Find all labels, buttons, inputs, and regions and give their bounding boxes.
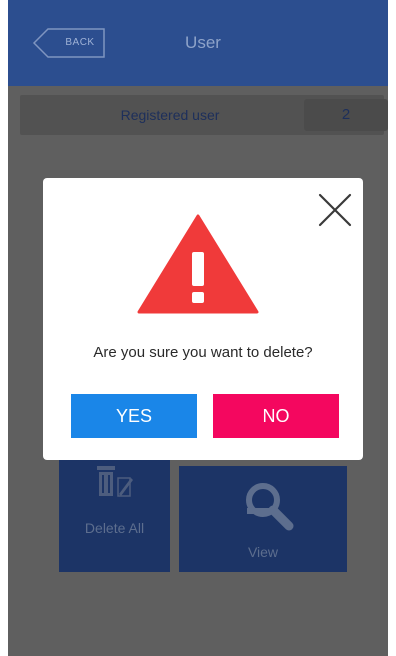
registered-user-bar: Registered user 2 bbox=[20, 95, 388, 135]
magnifier-icon bbox=[246, 483, 294, 531]
confirm-delete-dialog: Are you sure you want to delete? YES NO bbox=[43, 178, 363, 460]
back-button-label: BACK bbox=[65, 37, 95, 48]
delete-all-label: Delete All bbox=[84, 520, 145, 536]
view-button[interactable]: View bbox=[179, 466, 347, 572]
registered-user-label: Registered user bbox=[120, 107, 220, 123]
no-button[interactable]: NO bbox=[213, 394, 339, 438]
app-screen: BACK User Registered user 2 Delete All V… bbox=[8, 0, 388, 656]
registered-user-count: 2 bbox=[304, 99, 388, 131]
trash-icon bbox=[97, 466, 133, 497]
delete-all-button[interactable]: Delete All bbox=[59, 450, 170, 572]
close-icon bbox=[318, 193, 352, 227]
warning-triangle-icon bbox=[137, 214, 259, 314]
view-label: View bbox=[247, 544, 279, 560]
back-button[interactable]: BACK bbox=[32, 28, 106, 58]
confirm-message: Are you sure you want to delete? bbox=[93, 344, 313, 361]
close-button[interactable] bbox=[317, 192, 353, 228]
page-title: User bbox=[185, 33, 221, 52]
header-bar: BACK User bbox=[8, 0, 388, 86]
yes-button[interactable]: YES bbox=[71, 394, 197, 438]
